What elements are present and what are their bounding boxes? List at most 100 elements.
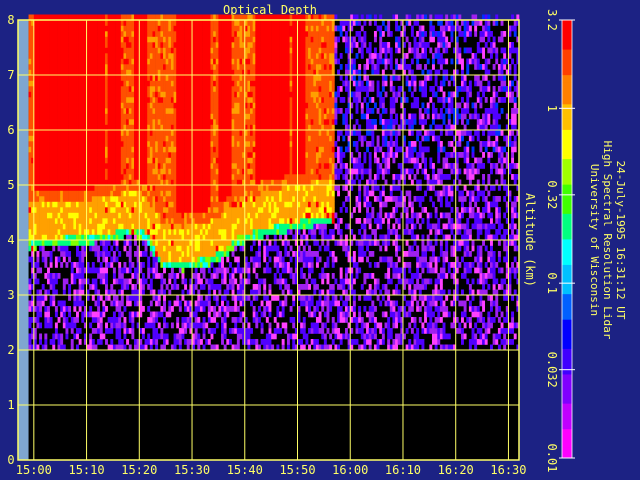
heatmap-cell (207, 58, 211, 65)
heatmap-cell (149, 174, 153, 180)
heatmap-cell (115, 300, 119, 307)
heatmap-cell (54, 179, 58, 186)
heatmap-cell (186, 113, 190, 120)
heatmap-cell (65, 58, 69, 65)
heatmap-cell (271, 80, 275, 87)
heatmap-cell (260, 196, 264, 202)
heatmap-cell (144, 31, 148, 37)
heatmap-cell (213, 267, 217, 274)
heatmap-cell (60, 174, 64, 180)
heatmap-cell (202, 31, 206, 37)
heatmap-cell (115, 207, 119, 213)
heatmap-cell (168, 141, 172, 147)
heatmap-cell (176, 124, 180, 131)
heatmap-cell (197, 64, 201, 70)
heatmap-cell (202, 91, 206, 98)
heatmap-cell (126, 113, 130, 120)
heatmap-cell (181, 245, 185, 252)
heatmap-cell (207, 229, 211, 235)
heatmap-cell (107, 69, 111, 76)
heatmap-cell (112, 212, 116, 219)
heatmap-cell (226, 97, 230, 103)
heatmap-cell (226, 339, 230, 345)
heatmap-cell (273, 75, 277, 81)
heatmap-cell (94, 102, 98, 109)
heatmap-cell (131, 289, 135, 296)
heatmap-cell (115, 124, 119, 131)
heatmap-cell (178, 229, 182, 235)
heatmap-cell (215, 119, 219, 125)
heatmap-cell (263, 190, 267, 197)
heatmap-cell (134, 135, 137, 142)
heatmap-cell (178, 218, 182, 224)
heatmap-cell (247, 278, 251, 285)
heatmap-cell (257, 20, 261, 26)
heatmap-cell (257, 278, 261, 285)
heatmap-cell (260, 135, 264, 142)
heatmap-cell (76, 344, 79, 351)
heatmap-cell (252, 108, 256, 114)
heatmap-cell (144, 190, 148, 197)
heatmap-cell (49, 47, 53, 54)
heatmap-cell (60, 130, 64, 136)
heatmap-cell (65, 190, 69, 197)
heatmap-cell (207, 234, 211, 241)
heatmap-cell (68, 168, 72, 175)
heatmap-cell (78, 53, 82, 59)
heatmap-cell (247, 190, 251, 197)
heatmap-cell (213, 289, 217, 296)
heatmap-cell (78, 97, 82, 103)
heatmap-cell (110, 80, 114, 87)
heatmap-cell (89, 135, 93, 142)
heatmap-cell (268, 267, 272, 274)
heatmap-cell (160, 47, 164, 54)
heatmap-cell (218, 179, 222, 186)
heatmap-cell (112, 64, 116, 70)
heatmap-cell (199, 108, 203, 114)
heatmap-cell (39, 207, 43, 213)
heatmap-cell (131, 97, 135, 103)
heatmap-cell (123, 31, 127, 37)
heatmap-cell (236, 53, 240, 59)
heatmap-cell (94, 168, 98, 175)
heatmap-cell (144, 174, 148, 180)
heatmap-cell (131, 179, 135, 186)
heatmap-cell (149, 218, 153, 224)
heatmap-cell (228, 113, 232, 120)
heatmap-cell (54, 135, 58, 142)
heatmap-cell (236, 306, 240, 312)
heatmap-cell (197, 42, 201, 48)
heatmap-cell (62, 196, 66, 202)
heatmap-cell (73, 113, 77, 120)
heatmap-cell (255, 284, 259, 290)
heatmap-cell (202, 163, 206, 169)
heatmap-cell (76, 25, 79, 32)
heatmap-cell (207, 218, 211, 224)
heatmap-cell (252, 157, 256, 164)
heatmap-cell (226, 300, 230, 307)
heatmap-cell (131, 317, 135, 323)
heatmap-cell (252, 163, 256, 169)
heatmap-cell (49, 168, 53, 175)
heatmap-cell (199, 97, 203, 103)
optical-depth-chart: Optical Depth 15:00 15:10 15:20 15:30 15:40 1… (0, 0, 640, 480)
heatmap-cell (112, 185, 116, 191)
heatmap-cell (165, 108, 169, 114)
heatmap-cell (184, 141, 188, 147)
heatmap-cell (81, 212, 85, 219)
heatmap-cell (236, 97, 240, 103)
heatmap-cell (276, 201, 280, 208)
heatmap-cell (163, 212, 166, 219)
heatmap-cell (28, 58, 32, 65)
heatmap-cell (207, 289, 211, 296)
heatmap-cell (62, 157, 66, 164)
heatmap-cell (52, 42, 56, 48)
heatmap-cell (271, 146, 275, 153)
heatmap-cell (186, 168, 190, 175)
heatmap-cell (178, 185, 182, 191)
heatmap-cell (199, 322, 203, 329)
heatmap-cell (62, 317, 66, 323)
heatmap-cell (94, 344, 98, 351)
heatmap-cell (134, 157, 137, 164)
heatmap-cell (247, 25, 251, 32)
